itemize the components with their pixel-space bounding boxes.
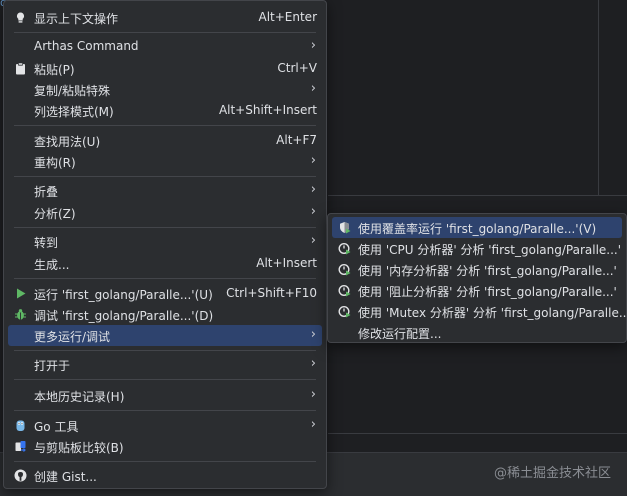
submenu-item-profile-block[interactable]: 使用 '阻止分析器' 分析 'first_golang/Paralle...' (332, 280, 622, 301)
menu-item-paste[interactable]: 粘贴(P) Ctrl+V (8, 58, 322, 79)
context-menu: 显示上下文操作 Alt+Enter Arthas Command › 粘贴(P)… (3, 0, 327, 489)
menu-item-create-gist[interactable]: 创建 Gist... (8, 465, 322, 486)
menu-item-label: 创建 Gist... (34, 470, 97, 484)
chevron-right-icon: › (310, 387, 316, 402)
menu-item-arthas-command[interactable]: Arthas Command › (8, 36, 322, 57)
chevron-right-icon: › (310, 417, 316, 432)
menu-item-copy-paste-special[interactable]: 复制/粘贴特殊 › (8, 79, 322, 100)
menu-item-label: 生成... (34, 258, 70, 272)
chevron-right-icon: › (310, 153, 316, 168)
chevron-right-icon: › (310, 182, 316, 197)
debug-icon (15, 309, 26, 320)
menu-item-label: Go 工具 (34, 420, 79, 434)
bulb-icon (16, 12, 25, 23)
menu-item-label: 分析(Z) (34, 207, 76, 221)
profiler-icon (338, 284, 351, 297)
menu-item-column-selection-mode[interactable]: 列选择模式(M) Alt+Shift+Insert (8, 100, 322, 121)
menu-item-label: 查找用法(U) (34, 135, 101, 149)
menu-item-shortcut: Alt+F7 (276, 133, 317, 147)
menu-item-more-run-debug[interactable]: 更多运行/调试 › (8, 325, 322, 346)
chevron-right-icon: › (310, 356, 316, 371)
submenu-item-run-with-coverage[interactable]: 使用覆盖率运行 'first_golang/Paralle...'(V) (332, 217, 622, 238)
profiler-icon (338, 242, 351, 255)
menu-separator (14, 410, 316, 411)
menu-item-find-usages[interactable]: 查找用法(U) Alt+F7 (8, 130, 322, 151)
gopher-icon (16, 420, 25, 431)
menu-item-refactor[interactable]: 重构(R) › (8, 151, 322, 172)
menu-item-label: 运行 'first_golang/Paralle...'(U) (34, 288, 213, 302)
menu-separator (14, 227, 316, 228)
menu-separator (14, 278, 316, 279)
menu-item-label: 转到 (34, 236, 59, 250)
menu-separator (14, 125, 316, 126)
menu-item-label: 更多运行/调试 (34, 330, 111, 344)
submenu-item-label: 使用 '内存分析器' 分析 'first_golang/Paralle...' (358, 264, 617, 278)
submenu-item-profile-mutex[interactable]: 使用 'Mutex 分析器' 分析 'first_golang/Paralle.… (332, 301, 627, 322)
menu-item-label: 重构(R) (34, 156, 76, 170)
run-icon (17, 288, 26, 299)
menu-item-go-to[interactable]: 转到 › (8, 231, 322, 252)
menu-item-folding[interactable]: 折叠 › (8, 180, 322, 201)
menu-item-open-in[interactable]: 打开于 › (8, 354, 322, 375)
clipboard-icon (16, 62, 25, 75)
menu-item-go-tools[interactable]: Go 工具 › (8, 415, 322, 436)
menu-item-show-context-actions[interactable]: 显示上下文操作 Alt+Enter (8, 7, 322, 28)
chevron-right-icon: › (310, 204, 316, 219)
chevron-right-icon: › (310, 327, 316, 342)
editor-divider (328, 433, 627, 434)
menu-item-shortcut: Ctrl+Shift+F10 (226, 286, 317, 300)
menu-item-label: 复制/粘贴特殊 (34, 84, 111, 98)
profiler-icon (338, 263, 351, 276)
compare-icon (15, 441, 26, 452)
chevron-right-icon: › (310, 38, 316, 53)
menu-item-shortcut: Ctrl+V (277, 61, 317, 75)
menu-item-run[interactable]: 运行 'first_golang/Paralle...'(U) Ctrl+Shi… (8, 283, 322, 304)
editor-right-margin-guide (598, 0, 599, 195)
menu-item-label: 折叠 (34, 185, 59, 199)
menu-separator (14, 461, 316, 462)
submenu-item-modify-run-configuration[interactable]: 修改运行配置... (332, 322, 622, 343)
menu-item-label: 本地历史记录(H) (34, 390, 125, 404)
menu-item-label: 粘贴(P) (34, 63, 75, 77)
menu-item-shortcut: Alt+Insert (256, 256, 317, 270)
menu-item-label: 显示上下文操作 (34, 12, 119, 26)
more-run-debug-submenu: 使用覆盖率运行 'first_golang/Paralle...'(V) 使用 … (327, 213, 627, 343)
menu-item-shortcut: Alt+Enter (258, 10, 317, 24)
submenu-item-label: 使用 'Mutex 分析器' 分析 'first_golang/Paralle.… (358, 306, 627, 320)
menu-item-generate[interactable]: 生成... Alt+Insert (8, 253, 322, 274)
menu-item-label: 调试 'first_golang/Paralle...'(D) (34, 309, 214, 323)
menu-item-label: 与剪贴板比较(B) (34, 441, 124, 455)
menu-separator (14, 32, 316, 33)
menu-separator (14, 379, 316, 380)
chevron-right-icon: › (310, 233, 316, 248)
submenu-item-label: 使用覆盖率运行 'first_golang/Paralle...'(V) (358, 222, 597, 236)
menu-item-analyze[interactable]: 分析(Z) › (8, 202, 322, 223)
submenu-item-profile-cpu[interactable]: 使用 'CPU 分析器' 分析 'first_golang/Paralle...… (332, 238, 622, 259)
github-icon (14, 469, 27, 482)
watermark: @稀土掘金技术社区 (493, 466, 611, 481)
menu-separator (14, 350, 316, 351)
coverage-icon (340, 222, 351, 234)
submenu-item-label: 使用 '阻止分析器' 分析 'first_golang/Paralle...' (358, 285, 617, 299)
menu-item-label: 打开于 (34, 359, 71, 373)
submenu-item-label: 使用 'CPU 分析器' 分析 'first_golang/Paralle...… (358, 243, 622, 257)
menu-item-label: Arthas Command (34, 39, 139, 53)
menu-item-shortcut: Alt+Shift+Insert (218, 103, 317, 117)
editor-divider (328, 195, 627, 196)
submenu-item-label: 修改运行配置... (358, 327, 442, 341)
profiler-icon (338, 305, 351, 318)
menu-item-debug[interactable]: 调试 'first_golang/Paralle...'(D) (8, 304, 322, 325)
submenu-item-profile-memory[interactable]: 使用 '内存分析器' 分析 'first_golang/Paralle...' (332, 259, 622, 280)
menu-separator (14, 176, 316, 177)
menu-item-local-history[interactable]: 本地历史记录(H) › (8, 385, 322, 406)
menu-item-compare-with-clipboard[interactable]: 与剪贴板比较(B) (8, 436, 322, 457)
menu-item-label: 列选择模式(M) (34, 105, 114, 119)
chevron-right-icon: › (310, 81, 316, 96)
